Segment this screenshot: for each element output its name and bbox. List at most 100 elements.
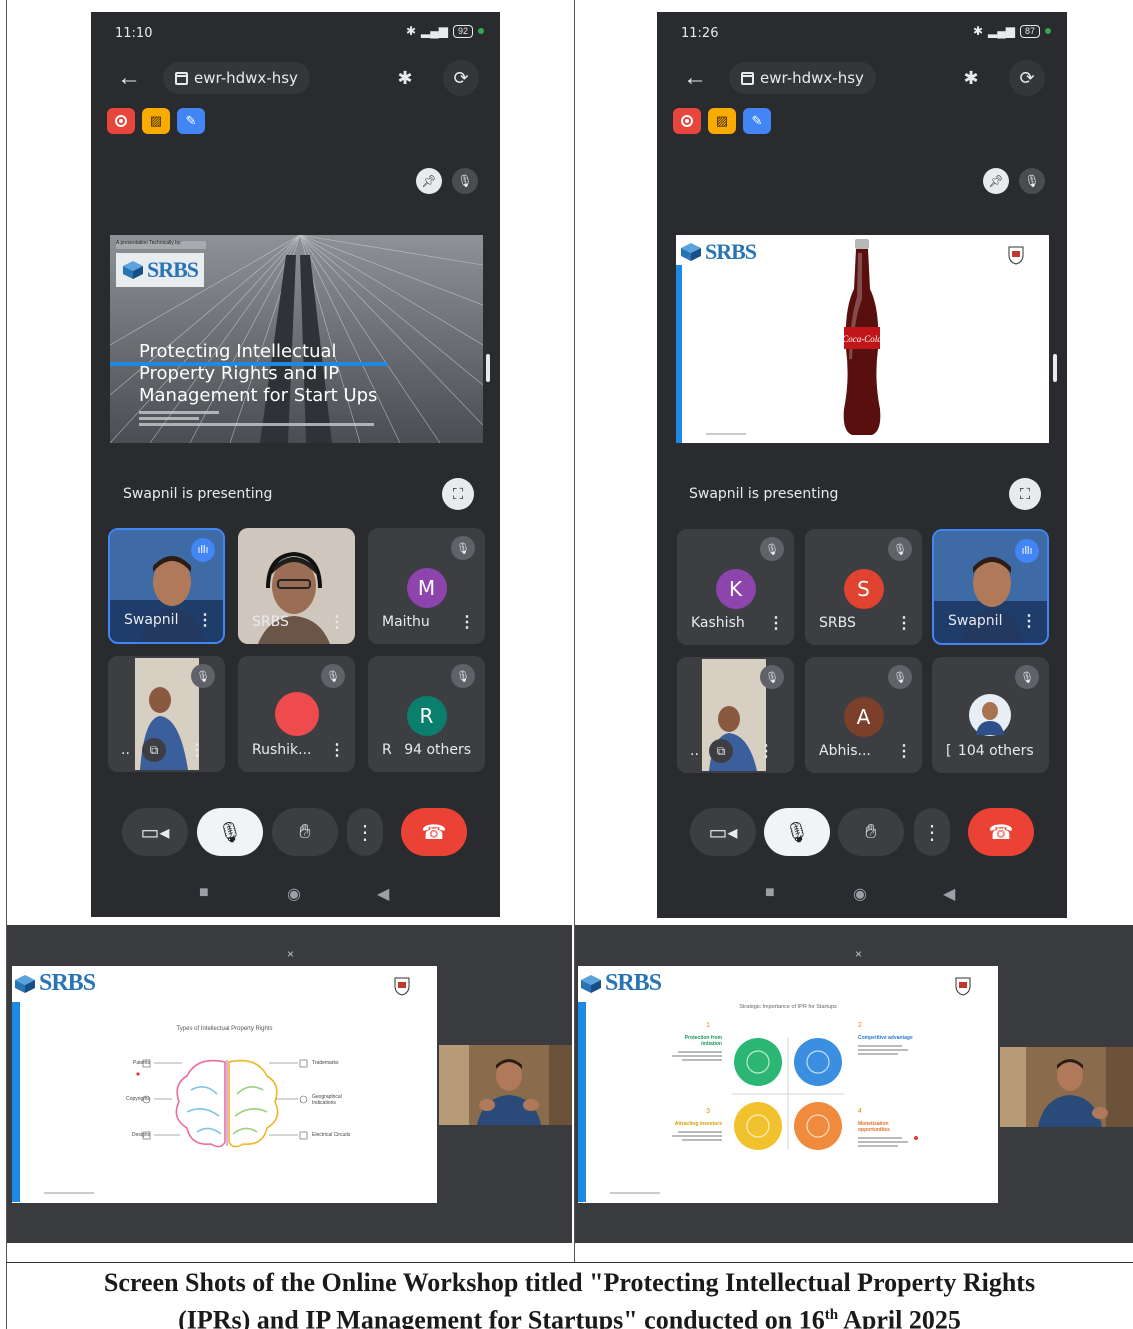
caption-box: Screen Shots of the Online Workshop titl… xyxy=(6,1262,1133,1329)
others-count: 104 others xyxy=(957,743,1034,759)
fullscreen-button[interactable]: ⛶ xyxy=(442,478,474,510)
recents-icon[interactable]: ■ xyxy=(765,884,775,902)
more-options-icon[interactable]: ⋮ xyxy=(197,610,213,630)
more-options-icon[interactable]: ⋮ xyxy=(896,741,912,761)
raise-hand-button[interactable]: ✋︎ xyxy=(272,808,338,856)
srbs-logo: SRBS xyxy=(680,239,757,265)
more-options-icon[interactable]: ⋮ xyxy=(329,612,345,632)
call-controls: ▭◂ 🎙︎ ✋︎ ⋮ ☎︎ xyxy=(91,808,500,858)
back-icon[interactable]: ◀ xyxy=(943,884,955,904)
more-vertical-icon: ⋮ xyxy=(355,821,375,844)
end-call-button[interactable]: ☎︎ xyxy=(401,808,467,856)
participant-tile-abhis[interactable]: 🎙︎ A Abhis... ⋮ xyxy=(805,657,922,773)
signal-icon: ▂▄▆ xyxy=(988,24,1015,38)
end-call-button[interactable]: ☎︎ xyxy=(968,808,1034,856)
more-options-button[interactable]: ⋮ xyxy=(347,808,383,856)
status-icons: ✱ ▂▄▆ 92 xyxy=(406,24,484,38)
participant-name: Kashish xyxy=(691,615,745,631)
hang-up-icon: ☎︎ xyxy=(988,821,1014,844)
calendar-icon xyxy=(175,71,188,85)
more-options-button[interactable]: ⋮ xyxy=(914,808,950,856)
avatar: K xyxy=(715,569,756,609)
coca-cola-bottle: Coca-Cola xyxy=(842,239,882,435)
participant-tile-others[interactable]: 🎙︎ R R 94 others xyxy=(368,656,485,772)
slide-footer-line xyxy=(44,1192,94,1194)
switch-camera-button[interactable]: ⟳ xyxy=(443,60,479,96)
fullscreen-icon: ⛶ xyxy=(452,485,464,503)
participant-name: R 94 others xyxy=(382,742,471,758)
avatar: R xyxy=(406,696,447,736)
notes-indicator[interactable]: ✎ xyxy=(743,108,771,134)
participant-tile-srbs[interactable]: 🎙︎ S SRBS ⋮ xyxy=(805,529,922,645)
more-options-icon[interactable]: ⋮ xyxy=(189,740,205,760)
notes-indicator[interactable]: ✎ xyxy=(177,108,205,134)
pin-button[interactable]: 📌︎ xyxy=(983,168,1009,194)
fullscreen-button[interactable]: ⛶ xyxy=(1009,478,1041,510)
mic-toggle-button[interactable]: 🎙︎ xyxy=(197,808,263,856)
meeting-code-chip[interactable]: ewr-hdwx-hsy xyxy=(163,62,310,94)
quadrant-4: 4 Monetization opportunities xyxy=(858,1108,914,1149)
participant-tile-rushik[interactable]: 🎙︎ Rushik... ⋮ xyxy=(238,656,355,772)
mic-toggle-button[interactable]: 🎙︎ xyxy=(764,808,830,856)
recording-indicator[interactable] xyxy=(107,108,135,134)
recording-indicator[interactable] xyxy=(673,108,701,134)
quadrant-heading: Attracting investors xyxy=(674,1121,722,1127)
participant-tile-srbs[interactable]: SRBS ⋮ xyxy=(238,528,355,644)
no-video-icon: ▨ xyxy=(715,113,729,128)
participant-tile-kashish[interactable]: 🎙︎ K Kashish ⋮ xyxy=(677,529,794,645)
scrollbar[interactable] xyxy=(1053,354,1057,382)
share-screen-icon[interactable]: ⧉ xyxy=(709,739,733,763)
slide-title-line-3: Management for Start Ups xyxy=(139,385,378,406)
participant-tile-others[interactable]: 🎙︎ [ 104 others xyxy=(932,657,1049,773)
meeting-code-chip[interactable]: ewr-hdwx-hsy xyxy=(729,62,876,94)
home-icon[interactable]: ◉ xyxy=(287,884,301,904)
scrollbar[interactable] xyxy=(486,354,490,382)
more-options-icon[interactable]: ⋮ xyxy=(329,740,345,760)
participant-name: Maithu xyxy=(382,614,430,630)
camera-off-indicator[interactable]: ▨ xyxy=(142,108,170,134)
camera-toggle-button[interactable]: ▭◂ xyxy=(122,808,188,856)
switch-camera-button[interactable]: ⟳ xyxy=(1009,60,1045,96)
more-options-icon[interactable]: ⋮ xyxy=(768,613,784,633)
raise-hand-button[interactable]: ✋︎ xyxy=(838,808,904,856)
camera-off-indicator[interactable]: ▨ xyxy=(708,108,736,134)
slide-kicker: A presentation Technically by: xyxy=(116,240,182,246)
participant-tile-maithu[interactable]: 🎙︎ M Maithu ⋮ xyxy=(368,528,485,644)
phone-screenshot-left: 11:10 ✱ ▂▄▆ 92 ← ewr-hdwx-hsy ✱ ⟳ ▨ ✎ 📌︎… xyxy=(91,12,500,917)
presented-slide: A presentation Technically by: SRBS Prot… xyxy=(110,235,483,443)
camera-toggle-button[interactable]: ▭◂ xyxy=(690,808,756,856)
participant-tile-swapnil[interactable]: ıllı Swapnil ⋮ xyxy=(932,529,1049,645)
participant-tile-self[interactable]: 🎙︎ .. ⧉ ⋮ xyxy=(677,657,794,773)
meet-topbar: ← ewr-hdwx-hsy ✱ ⟳ xyxy=(657,58,1067,98)
srbs-logo-text: SRBS xyxy=(705,239,757,264)
more-options-icon[interactable]: ⋮ xyxy=(758,741,774,761)
bluetooth-audio-button[interactable]: ✱ xyxy=(953,60,989,96)
participant-tile-self[interactable]: 🎙︎ .. ⧉ ⋮ xyxy=(108,656,225,772)
participant-name: Abhis... xyxy=(819,743,871,759)
bluetooth-audio-button[interactable]: ✱ xyxy=(387,60,423,96)
quadrant-body-lines xyxy=(666,1051,722,1061)
calendar-icon xyxy=(741,71,754,85)
pin-button[interactable]: 📌︎ xyxy=(416,168,442,194)
no-video-icon: ▨ xyxy=(149,113,163,128)
laptop-screenshot-right: × SRBS Strategic Importance of IPR for S… xyxy=(575,925,1133,1243)
more-options-icon[interactable]: ⋮ xyxy=(459,612,475,632)
share-screen-icon[interactable]: ⧉ xyxy=(142,738,166,762)
close-icon[interactable]: × xyxy=(287,947,294,961)
mic-off-icon: 🎙︎ xyxy=(451,664,475,688)
laser-pointer-dot xyxy=(914,1136,918,1140)
back-icon[interactable]: ◀ xyxy=(377,884,389,904)
back-arrow-icon[interactable]: ← xyxy=(683,64,707,92)
back-arrow-icon[interactable]: ← xyxy=(117,64,141,92)
mic-off-icon: 🎙︎ xyxy=(888,537,912,561)
participant-tile-swapnil[interactable]: ıllı Swapnil ⋮ xyxy=(108,528,225,644)
recents-icon[interactable]: ■ xyxy=(199,884,209,902)
more-options-icon[interactable]: ⋮ xyxy=(896,613,912,633)
home-icon[interactable]: ◉ xyxy=(853,884,867,904)
close-icon[interactable]: × xyxy=(855,947,862,961)
slide-footer-line xyxy=(610,1192,660,1194)
more-options-icon[interactable]: ⋮ xyxy=(1021,611,1037,631)
quadrant-number: 2 xyxy=(858,1022,862,1029)
avatar xyxy=(274,692,319,736)
audio-wave-icon: ıllı xyxy=(197,544,209,556)
